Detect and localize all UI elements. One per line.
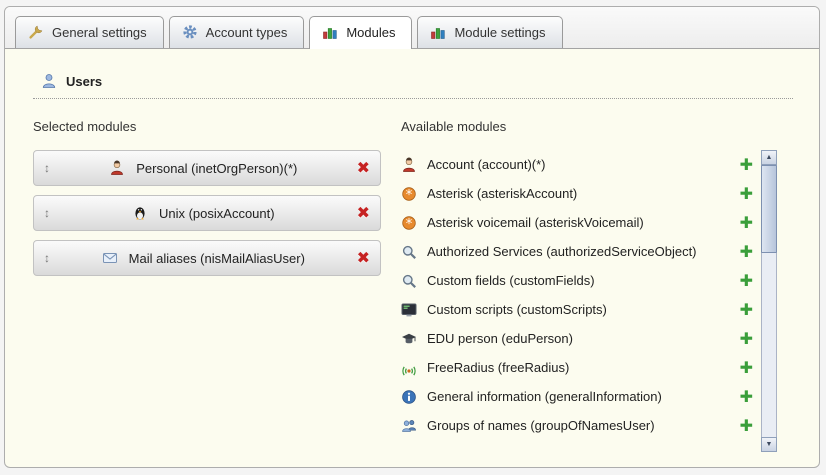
remove-module-button[interactable]: ✖	[357, 160, 370, 176]
magnifier-icon	[401, 244, 417, 260]
svg-text:*: *	[406, 188, 413, 202]
selected-module-row[interactable]: ↕ Mail aliases (nisMailAliasUser) ✖	[33, 240, 381, 276]
radio-signal-icon	[401, 360, 417, 376]
asterisk-icon: *	[401, 215, 417, 231]
module-label: Personal (inetOrgPerson)(*)	[136, 161, 297, 176]
remove-module-button[interactable]: ✖	[357, 205, 370, 221]
tab-label: Modules	[346, 25, 395, 40]
available-module-row: * Asterisk voicemail (asteriskVoicemail)…	[401, 208, 753, 237]
lam-configuration-window: General settings Account types Modules M…	[4, 6, 820, 468]
tab-module-settings[interactable]: Module settings	[417, 16, 562, 48]
available-modules-heading: Available modules	[401, 119, 793, 134]
available-module-row: EDU person (eduPerson) ✚	[401, 324, 753, 353]
available-module-row: * Asterisk (asteriskAccount) ✚	[401, 179, 753, 208]
selected-modules-heading: Selected modules	[33, 119, 401, 134]
section-header: Users	[33, 73, 793, 99]
module-label: Account (account)(*)	[427, 157, 730, 172]
person-icon	[109, 160, 125, 176]
tab-label: General settings	[52, 25, 147, 40]
scroll-up-button[interactable]: ▲	[761, 150, 777, 165]
module-label: Groups of names (groupOfNamesUser)	[427, 418, 730, 433]
module-label: Unix (posixAccount)	[159, 206, 275, 221]
tab-general-settings[interactable]: General settings	[15, 16, 164, 48]
magnifier-icon	[401, 273, 417, 289]
module-label: Custom scripts (customScripts)	[427, 302, 730, 317]
module-entry: Personal (inetOrgPerson)(*)	[50, 160, 357, 176]
add-module-button[interactable]: ✚	[740, 389, 753, 405]
gear-icon	[182, 24, 198, 40]
remove-module-button[interactable]: ✖	[357, 250, 370, 266]
add-module-button[interactable]: ✚	[740, 186, 753, 202]
available-module-row: Groups of names (groupOfNamesUser) ✚	[401, 411, 753, 440]
scrollbar-track[interactable]	[761, 165, 777, 437]
selected-module-row[interactable]: ↕ Personal (inetOrgPerson)(*) ✖	[33, 150, 381, 186]
available-modules-listwrap: Account (account)(*) ✚ * Asterisk (aster…	[401, 150, 793, 452]
tux-icon	[132, 205, 148, 221]
module-label: EDU person (eduPerson)	[427, 331, 730, 346]
available-modules-column: Available modules Account (account)(*) ✚	[401, 119, 793, 452]
module-entry: Unix (posixAccount)	[50, 205, 357, 221]
add-module-button[interactable]: ✚	[740, 418, 753, 434]
group-icon	[401, 418, 417, 434]
bar-chart-icon	[322, 24, 338, 40]
user-icon	[41, 73, 57, 89]
module-label: Custom fields (customFields)	[427, 273, 730, 288]
section-title: Users	[66, 74, 102, 89]
add-module-button[interactable]: ✚	[740, 331, 753, 347]
svg-text:*: *	[406, 217, 413, 231]
add-module-button[interactable]: ✚	[740, 244, 753, 260]
available-module-row: Custom fields (customFields) ✚	[401, 266, 753, 295]
module-label: Mail aliases (nisMailAliasUser)	[129, 251, 305, 266]
add-module-button[interactable]: ✚	[740, 273, 753, 289]
scrollbar[interactable]: ▲ ▼	[761, 150, 777, 452]
modules-panel: Users Selected modules ↕ Personal (inetO…	[5, 49, 819, 452]
module-label: Asterisk voicemail (asteriskVoicemail)	[427, 215, 730, 230]
add-module-button[interactable]: ✚	[740, 302, 753, 318]
asterisk-icon: *	[401, 186, 417, 202]
available-module-row: Account (account)(*) ✚	[401, 150, 753, 179]
selected-modules-column: Selected modules ↕ Personal (inetOrgPers…	[33, 119, 401, 452]
selected-module-row[interactable]: ↕ Unix (posixAccount) ✖	[33, 195, 381, 231]
tab-modules[interactable]: Modules	[309, 16, 412, 49]
module-label: Authorized Services (authorizedServiceOb…	[427, 244, 730, 259]
bar-chart-icon	[430, 24, 446, 40]
terminal-icon	[401, 302, 417, 318]
tab-label: Module settings	[454, 25, 545, 40]
module-entry: Mail aliases (nisMailAliasUser)	[50, 250, 357, 266]
graduation-cap-icon	[401, 331, 417, 347]
tools-icon	[28, 24, 44, 40]
tab-bar: General settings Account types Modules M…	[5, 7, 819, 49]
module-label: FreeRadius (freeRadius)	[427, 360, 730, 375]
info-icon	[401, 389, 417, 405]
available-modules-list: Account (account)(*) ✚ * Asterisk (aster…	[401, 150, 753, 452]
available-module-row: Authorized Services (authorizedServiceOb…	[401, 237, 753, 266]
tab-account-types[interactable]: Account types	[169, 16, 305, 48]
module-label: General information (generalInformation)	[427, 389, 730, 404]
available-module-row: Custom scripts (customScripts) ✚	[401, 295, 753, 324]
tab-label: Account types	[206, 25, 288, 40]
mail-icon	[102, 250, 118, 266]
available-module-row: FreeRadius (freeRadius) ✚	[401, 353, 753, 382]
scrollbar-thumb[interactable]	[761, 165, 777, 253]
module-label: Asterisk (asteriskAccount)	[427, 186, 730, 201]
scroll-down-button[interactable]: ▼	[761, 437, 777, 452]
available-module-row: General information (generalInformation)…	[401, 382, 753, 411]
module-columns: Selected modules ↕ Personal (inetOrgPers…	[33, 119, 793, 452]
add-module-button[interactable]: ✚	[740, 157, 753, 173]
person-icon	[401, 157, 417, 173]
add-module-button[interactable]: ✚	[740, 360, 753, 376]
add-module-button[interactable]: ✚	[740, 215, 753, 231]
